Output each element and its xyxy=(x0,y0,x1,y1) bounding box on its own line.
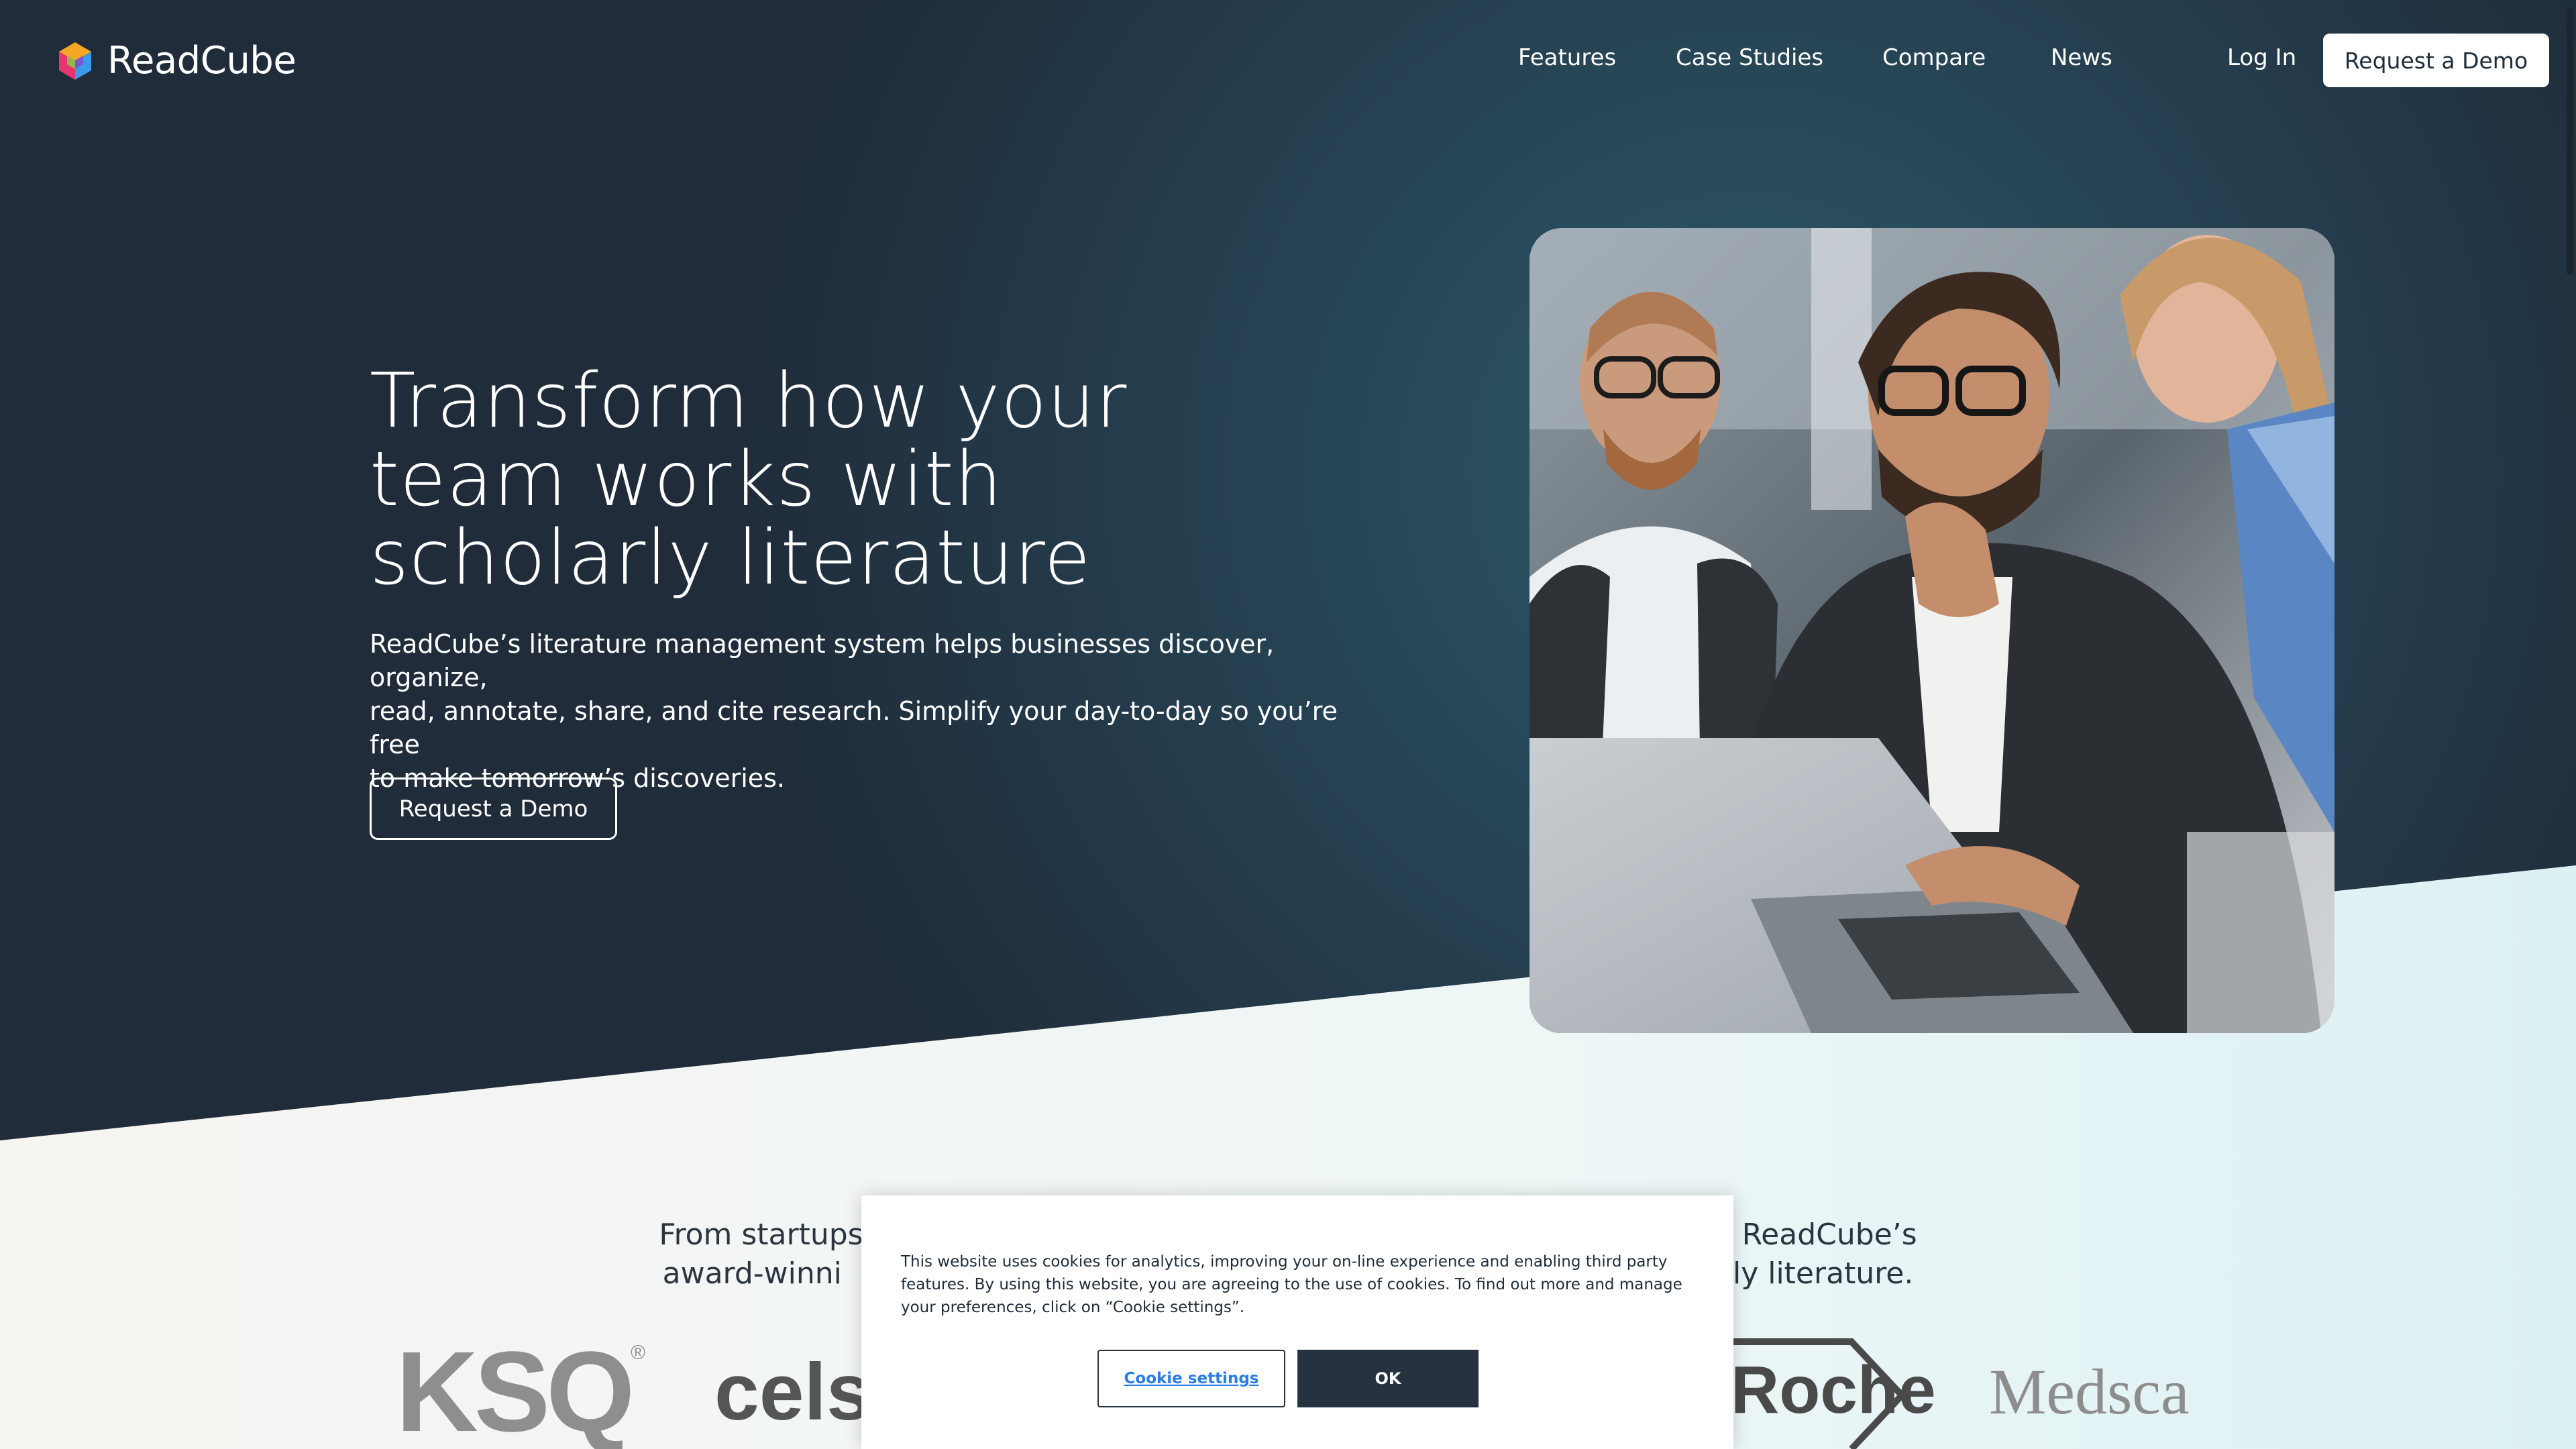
customer-logo-cels: cels xyxy=(714,1347,871,1437)
readcube-cube-icon xyxy=(59,42,91,80)
customers-tagline-line-2-left: award-winni xyxy=(662,1256,842,1291)
cookie-consent-banner: This website uses cookies for analytics,… xyxy=(861,1195,1733,1449)
customer-logo-medscape: Medsca xyxy=(1989,1356,2190,1428)
nav-link-features[interactable]: Features xyxy=(1518,44,1616,71)
roche-hexagon-outline xyxy=(1731,1338,1905,1449)
brand-name: ReadCube xyxy=(107,39,297,83)
customers-tagline-line-1-right: ReadCube’s xyxy=(1741,1218,1917,1252)
cookie-consent-text: This website uses cookies for analytics,… xyxy=(901,1253,1682,1316)
page-scrollbar[interactable] xyxy=(2564,0,2576,1449)
hero-title-line: scholarly literature xyxy=(370,515,1091,602)
hero-subtitle-line: ReadCube’s literature management system … xyxy=(370,629,1275,692)
customers-tagline-line-2-right: rly literature. xyxy=(1720,1256,1914,1291)
nav-link-case-studies[interactable]: Case Studies xyxy=(1676,44,1823,71)
customers-tagline-line-1-left: From startups xyxy=(659,1218,863,1252)
hero-title-line: team works with xyxy=(370,436,1003,523)
hero-subtitle: ReadCube’s literature management system … xyxy=(370,627,1362,795)
hero-title: Transform how your team works with schol… xyxy=(370,362,1242,598)
hero-photo-team-at-laptop xyxy=(1529,228,2334,1033)
nav-request-demo-button[interactable]: Request a Demo xyxy=(2323,34,2549,87)
readcube-logo[interactable]: ReadCube xyxy=(54,39,297,83)
cookie-ok-button[interactable]: OK xyxy=(1297,1350,1479,1407)
top-navigation: ReadCube Features Case Studies Compare N… xyxy=(0,0,2576,121)
nav-link-login[interactable]: Log In xyxy=(2227,44,2296,71)
scrollbar-thumb[interactable] xyxy=(2567,7,2573,275)
nav-link-compare[interactable]: Compare xyxy=(1882,44,1986,71)
nav-link-news[interactable]: News xyxy=(2051,44,2112,71)
customer-logo-ksq: KSQ xyxy=(396,1328,635,1449)
customer-logo-registered-mark: ® xyxy=(631,1342,646,1364)
hero-title-line: Transform how your xyxy=(370,358,1128,445)
cookie-settings-button[interactable]: Cookie settings xyxy=(1097,1350,1285,1407)
hero-request-demo-button[interactable]: Request a Demo xyxy=(370,777,617,840)
hero-subtitle-line: read, annotate, share, and cite research… xyxy=(370,696,1338,759)
